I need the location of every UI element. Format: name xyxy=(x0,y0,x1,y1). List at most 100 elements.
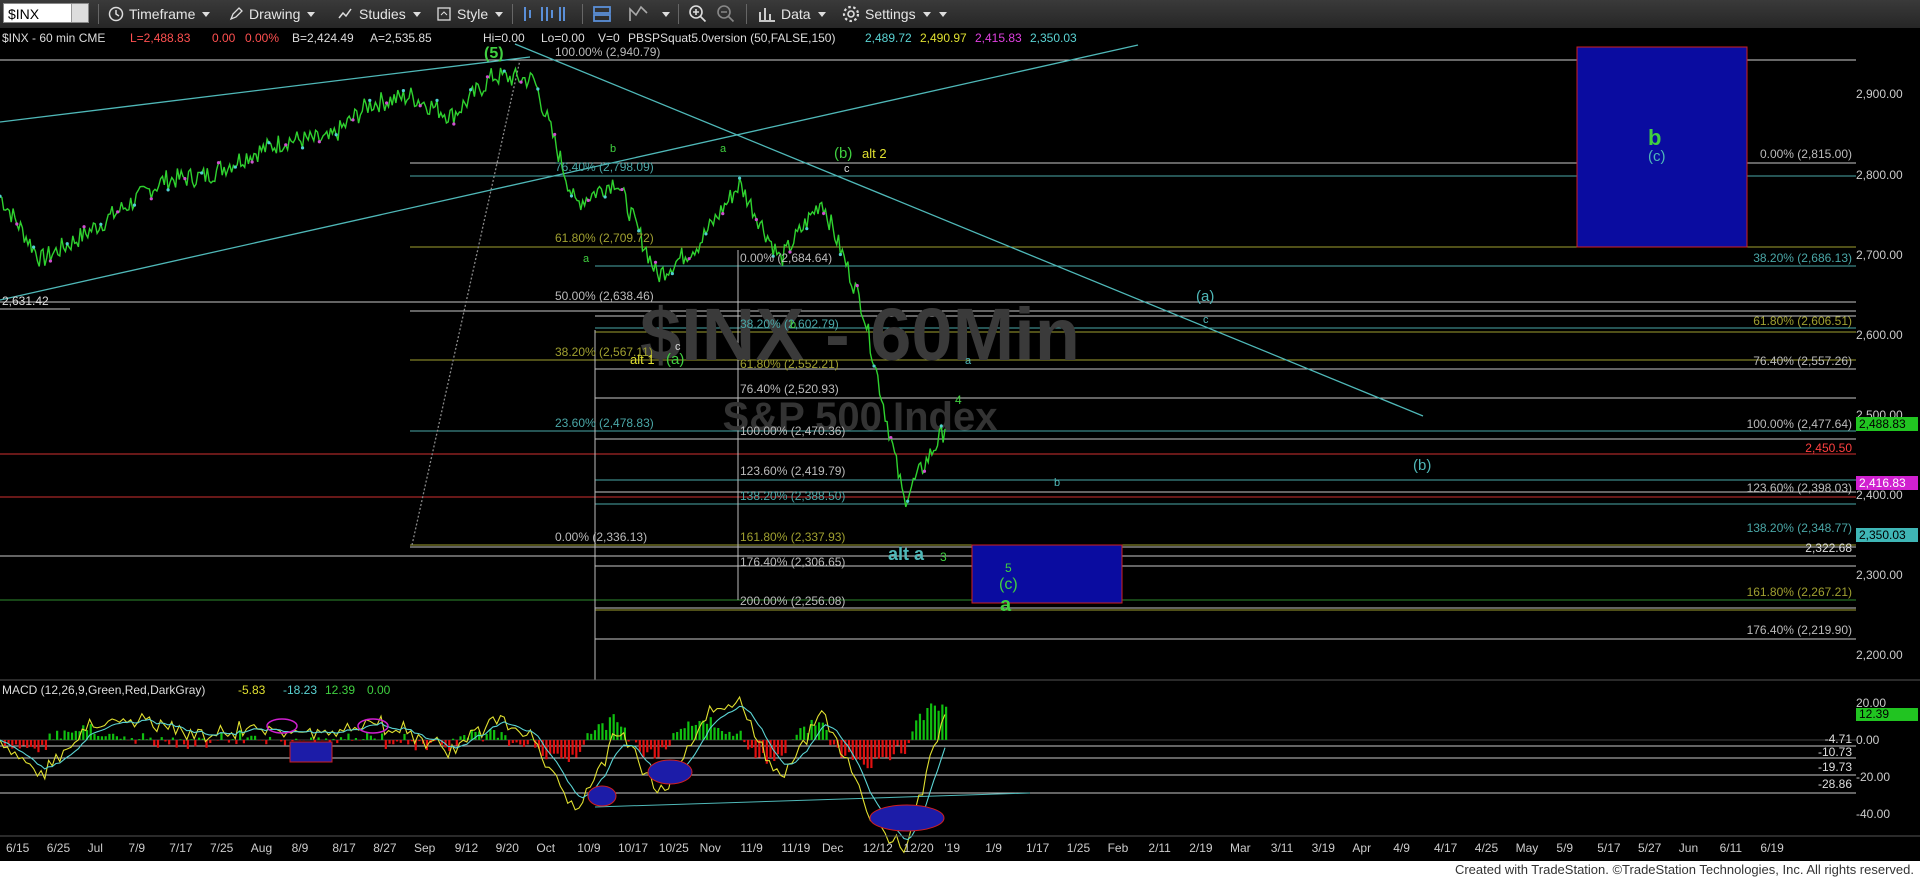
macd-bar xyxy=(168,740,171,745)
price-marker xyxy=(368,98,372,102)
macd-bar xyxy=(74,730,77,740)
macd-bar xyxy=(235,740,238,745)
price-marker xyxy=(116,210,120,214)
macd-bar xyxy=(791,739,795,740)
time-tick: 11/9 xyxy=(740,841,763,855)
toolbar-separator xyxy=(98,4,99,24)
drawing-menu[interactable]: Drawing xyxy=(228,3,316,25)
data-window-button[interactable] xyxy=(628,3,670,25)
red-level-label: 2,450.50 xyxy=(1805,441,1852,455)
price-marker xyxy=(687,257,691,261)
time-tick: 6/19 xyxy=(1760,841,1784,855)
fib-label: 76.40% (2,520.93) xyxy=(740,382,839,396)
macd-bar xyxy=(593,730,597,740)
credit-text: Created with TradeStation. ©TradeStation… xyxy=(1454,862,1914,877)
macd-bar xyxy=(324,738,328,740)
more-menu[interactable] xyxy=(932,3,947,25)
settings-menu[interactable]: Settings xyxy=(842,3,931,25)
macd-bar xyxy=(851,740,854,760)
symbol-value: $INX xyxy=(8,6,40,22)
price-chart[interactable]: $INX - 60Min S&P 500 Index $INX - 60 min… xyxy=(0,28,1920,861)
macd-bar xyxy=(485,734,488,740)
symbol-input[interactable]: $INX xyxy=(3,3,89,23)
macd-bar xyxy=(870,740,873,769)
macd-bar xyxy=(104,736,107,740)
macd-bar xyxy=(616,722,619,740)
toolbar-separator xyxy=(512,4,513,24)
wave-label: b xyxy=(1054,477,1060,489)
macd-bar xyxy=(821,722,824,740)
header-v2: 2,490.97 xyxy=(920,31,967,45)
macd-bar xyxy=(56,730,59,740)
price-marker xyxy=(435,98,439,103)
macd-bar xyxy=(48,733,51,740)
fib-label: 100.00% (2,470.36) xyxy=(740,424,845,438)
macd-bar xyxy=(265,740,268,745)
time-tick: Nov xyxy=(700,841,721,855)
timeframe-menu[interactable]: Timeframe xyxy=(108,3,211,25)
data-menu[interactable]: Data xyxy=(758,3,826,25)
clock-icon xyxy=(108,6,124,22)
time-tick: 3/11 xyxy=(1271,841,1294,855)
price-marker xyxy=(48,259,53,263)
zoom-in-button[interactable] xyxy=(688,3,713,25)
macd-bar xyxy=(530,739,533,740)
zoom-out-button[interactable] xyxy=(716,3,741,25)
macd-bar xyxy=(747,740,750,750)
macd-bar xyxy=(552,740,556,754)
symbol-dropdown-arrow[interactable] xyxy=(71,4,88,22)
macd-bar xyxy=(455,740,458,746)
macd-bar xyxy=(448,740,451,751)
target-box-c xyxy=(971,544,1123,604)
fib-label: 76.40% (2,557.26) xyxy=(1753,354,1852,368)
macd-bar xyxy=(945,706,948,740)
macd-header: MACD (12,26,9,Green,Red,DarkGray) -5.83 … xyxy=(2,683,391,697)
wave-label: 4 xyxy=(955,393,962,407)
macd-bar xyxy=(918,713,922,740)
price-marker xyxy=(519,80,523,84)
toolbar-separator xyxy=(678,4,679,24)
macd-bar xyxy=(496,737,499,740)
macd-bar xyxy=(119,738,122,740)
macd-bar xyxy=(504,735,507,740)
macd-bar xyxy=(14,740,18,745)
macd-bar xyxy=(407,740,410,745)
macd-bar xyxy=(63,730,66,740)
fib-label: 0.00% (2,815.00) xyxy=(1760,147,1852,161)
macd-v1: -5.83 xyxy=(238,683,266,697)
macd-bar xyxy=(881,740,884,757)
macd-bar xyxy=(784,740,787,754)
time-tick: Jun xyxy=(1679,841,1698,855)
studies-menu[interactable]: Studies xyxy=(338,3,421,25)
fib-label: 61.80% (2,552.21) xyxy=(740,357,839,371)
fib-label: 100.00% (2,477.64) xyxy=(1747,417,1852,431)
macd-bar xyxy=(810,719,813,740)
macd-bar xyxy=(832,740,836,745)
price-marker xyxy=(418,104,422,108)
fib-label: 161.80% (2,337.93) xyxy=(740,530,845,544)
bar-spacing-buttons[interactable] xyxy=(522,3,571,25)
fib-label: 100.00% (2,940.79) xyxy=(555,45,660,59)
macd-level: -19.73 xyxy=(1818,760,1852,774)
macd-bar xyxy=(347,733,350,740)
time-tick: 4/25 xyxy=(1475,841,1499,855)
macd-bar xyxy=(642,740,645,759)
style-menu[interactable]: Style xyxy=(436,3,504,25)
macd-bar xyxy=(661,740,664,748)
fib-label: 138.20% (2,388.50) xyxy=(740,489,845,503)
macd-bar xyxy=(586,733,589,740)
time-tick: Apr xyxy=(1352,841,1371,855)
macd-bar xyxy=(451,738,455,740)
macd-bar xyxy=(186,740,189,749)
macd-bar xyxy=(183,740,186,745)
layout-button[interactable] xyxy=(592,3,617,25)
macd-bar xyxy=(795,734,798,740)
macd-bar xyxy=(380,733,384,740)
macd-bar xyxy=(399,740,402,743)
macd-bar xyxy=(280,740,283,742)
macd-bar xyxy=(930,703,933,740)
paint-icon xyxy=(437,7,451,21)
time-tick: Oct xyxy=(536,841,555,855)
macd-bar xyxy=(724,733,727,740)
toolbar-separator xyxy=(582,4,583,24)
